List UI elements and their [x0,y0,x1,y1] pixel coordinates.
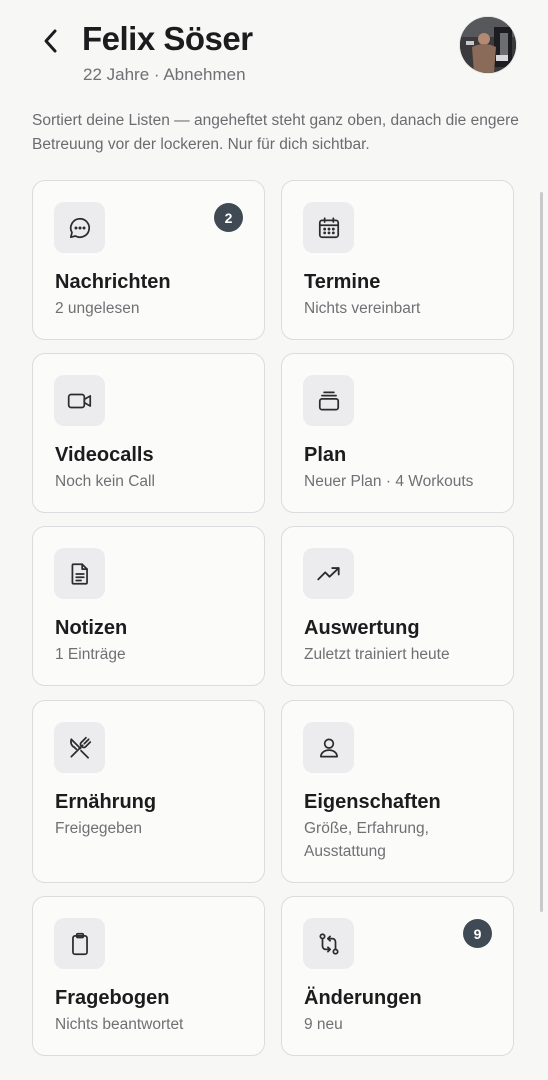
card-title: Änderungen [304,987,422,1009]
icon-tile [303,375,354,426]
card-properties[interactable]: Eigenschaften Größe, Erfahrung, Ausstatt… [281,700,514,883]
video-camera-icon [67,393,91,408]
card-subtitle: Freigegeben [55,820,143,837]
card-subtitle: 9 neu [304,1016,343,1033]
card-changes[interactable]: 9 Änderungen 9 neu [281,896,514,1056]
card-subtitle: Zuletzt trainiert heute [304,646,450,663]
card-title: Nachrichten [55,271,171,293]
calendar-icon [318,216,339,238]
icon-tile [54,918,105,969]
card-title: Fragebogen [55,987,170,1009]
person-icon [319,737,338,758]
card-messages[interactable]: 2 Nachrichten 2 ungelesen [32,180,265,340]
icon-tile [54,722,105,773]
icon-tile [303,202,354,253]
description-text: Sortiert deine Listen — angeheftet steht… [32,112,519,153]
card-title: Auswertung [304,617,420,639]
card-subtitle: Neuer Plan · 4 Workouts [304,473,474,490]
chevron-left-icon [44,29,57,53]
chat-bubble-icon [69,217,90,238]
card-plan[interactable]: Plan Neuer Plan · 4 Workouts [281,353,514,513]
icon-tile [303,918,354,969]
icon-tile [303,548,354,599]
card-nutrition[interactable]: Ernährung Freigegeben [32,700,265,883]
avatar[interactable] [460,17,516,73]
card-title: Termine [304,271,381,293]
card-subtitle: 1 Einträge [55,646,126,663]
icon-tile [54,375,105,426]
back-button[interactable] [34,24,66,58]
fork-knife-icon [69,736,91,759]
avatar-photo [460,17,516,73]
card-analysis[interactable]: Auswertung Zuletzt trainiert heute [281,526,514,686]
page-subtitle: 22 Jahre · Abnehmen [83,65,246,84]
scrollbar[interactable] [540,192,543,912]
compare-arrows-icon [318,932,339,955]
page-title: Felix Söser [82,20,253,57]
icon-tile [303,722,354,773]
card-title: Ernährung [55,791,157,813]
card-title: Eigenschaften [304,791,441,813]
stack-icon [318,390,339,411]
card-videocalls[interactable]: Videocalls Noch kein Call [32,353,265,513]
changes-badge: 9 [463,919,492,948]
document-icon [71,562,88,585]
header: Felix Söser 22 Jahre · Abnehmen [0,0,548,100]
card-subtitle: Größe, Erfahrung, Ausstattung [304,820,429,860]
card-notes[interactable]: Notizen 1 Einträge [32,526,265,686]
icon-tile [54,202,105,253]
card-subtitle: 2 ungelesen [55,300,140,317]
trending-up-icon [316,566,340,580]
card-subtitle: Noch kein Call [55,473,155,490]
clipboard-icon [71,932,88,955]
icon-tile [54,548,105,599]
card-subtitle: Nichts beantwortet [55,1016,184,1033]
card-appointments[interactable]: Termine Nichts vereinbart [281,180,514,340]
card-subtitle: Nichts vereinbart [304,300,421,317]
unread-badge: 2 [214,203,243,232]
card-title: Plan [304,444,347,466]
card-title: Notizen [55,617,128,639]
card-title: Videocalls [55,444,154,466]
card-questionnaire[interactable]: Fragebogen Nichts beantwortet [32,896,265,1056]
